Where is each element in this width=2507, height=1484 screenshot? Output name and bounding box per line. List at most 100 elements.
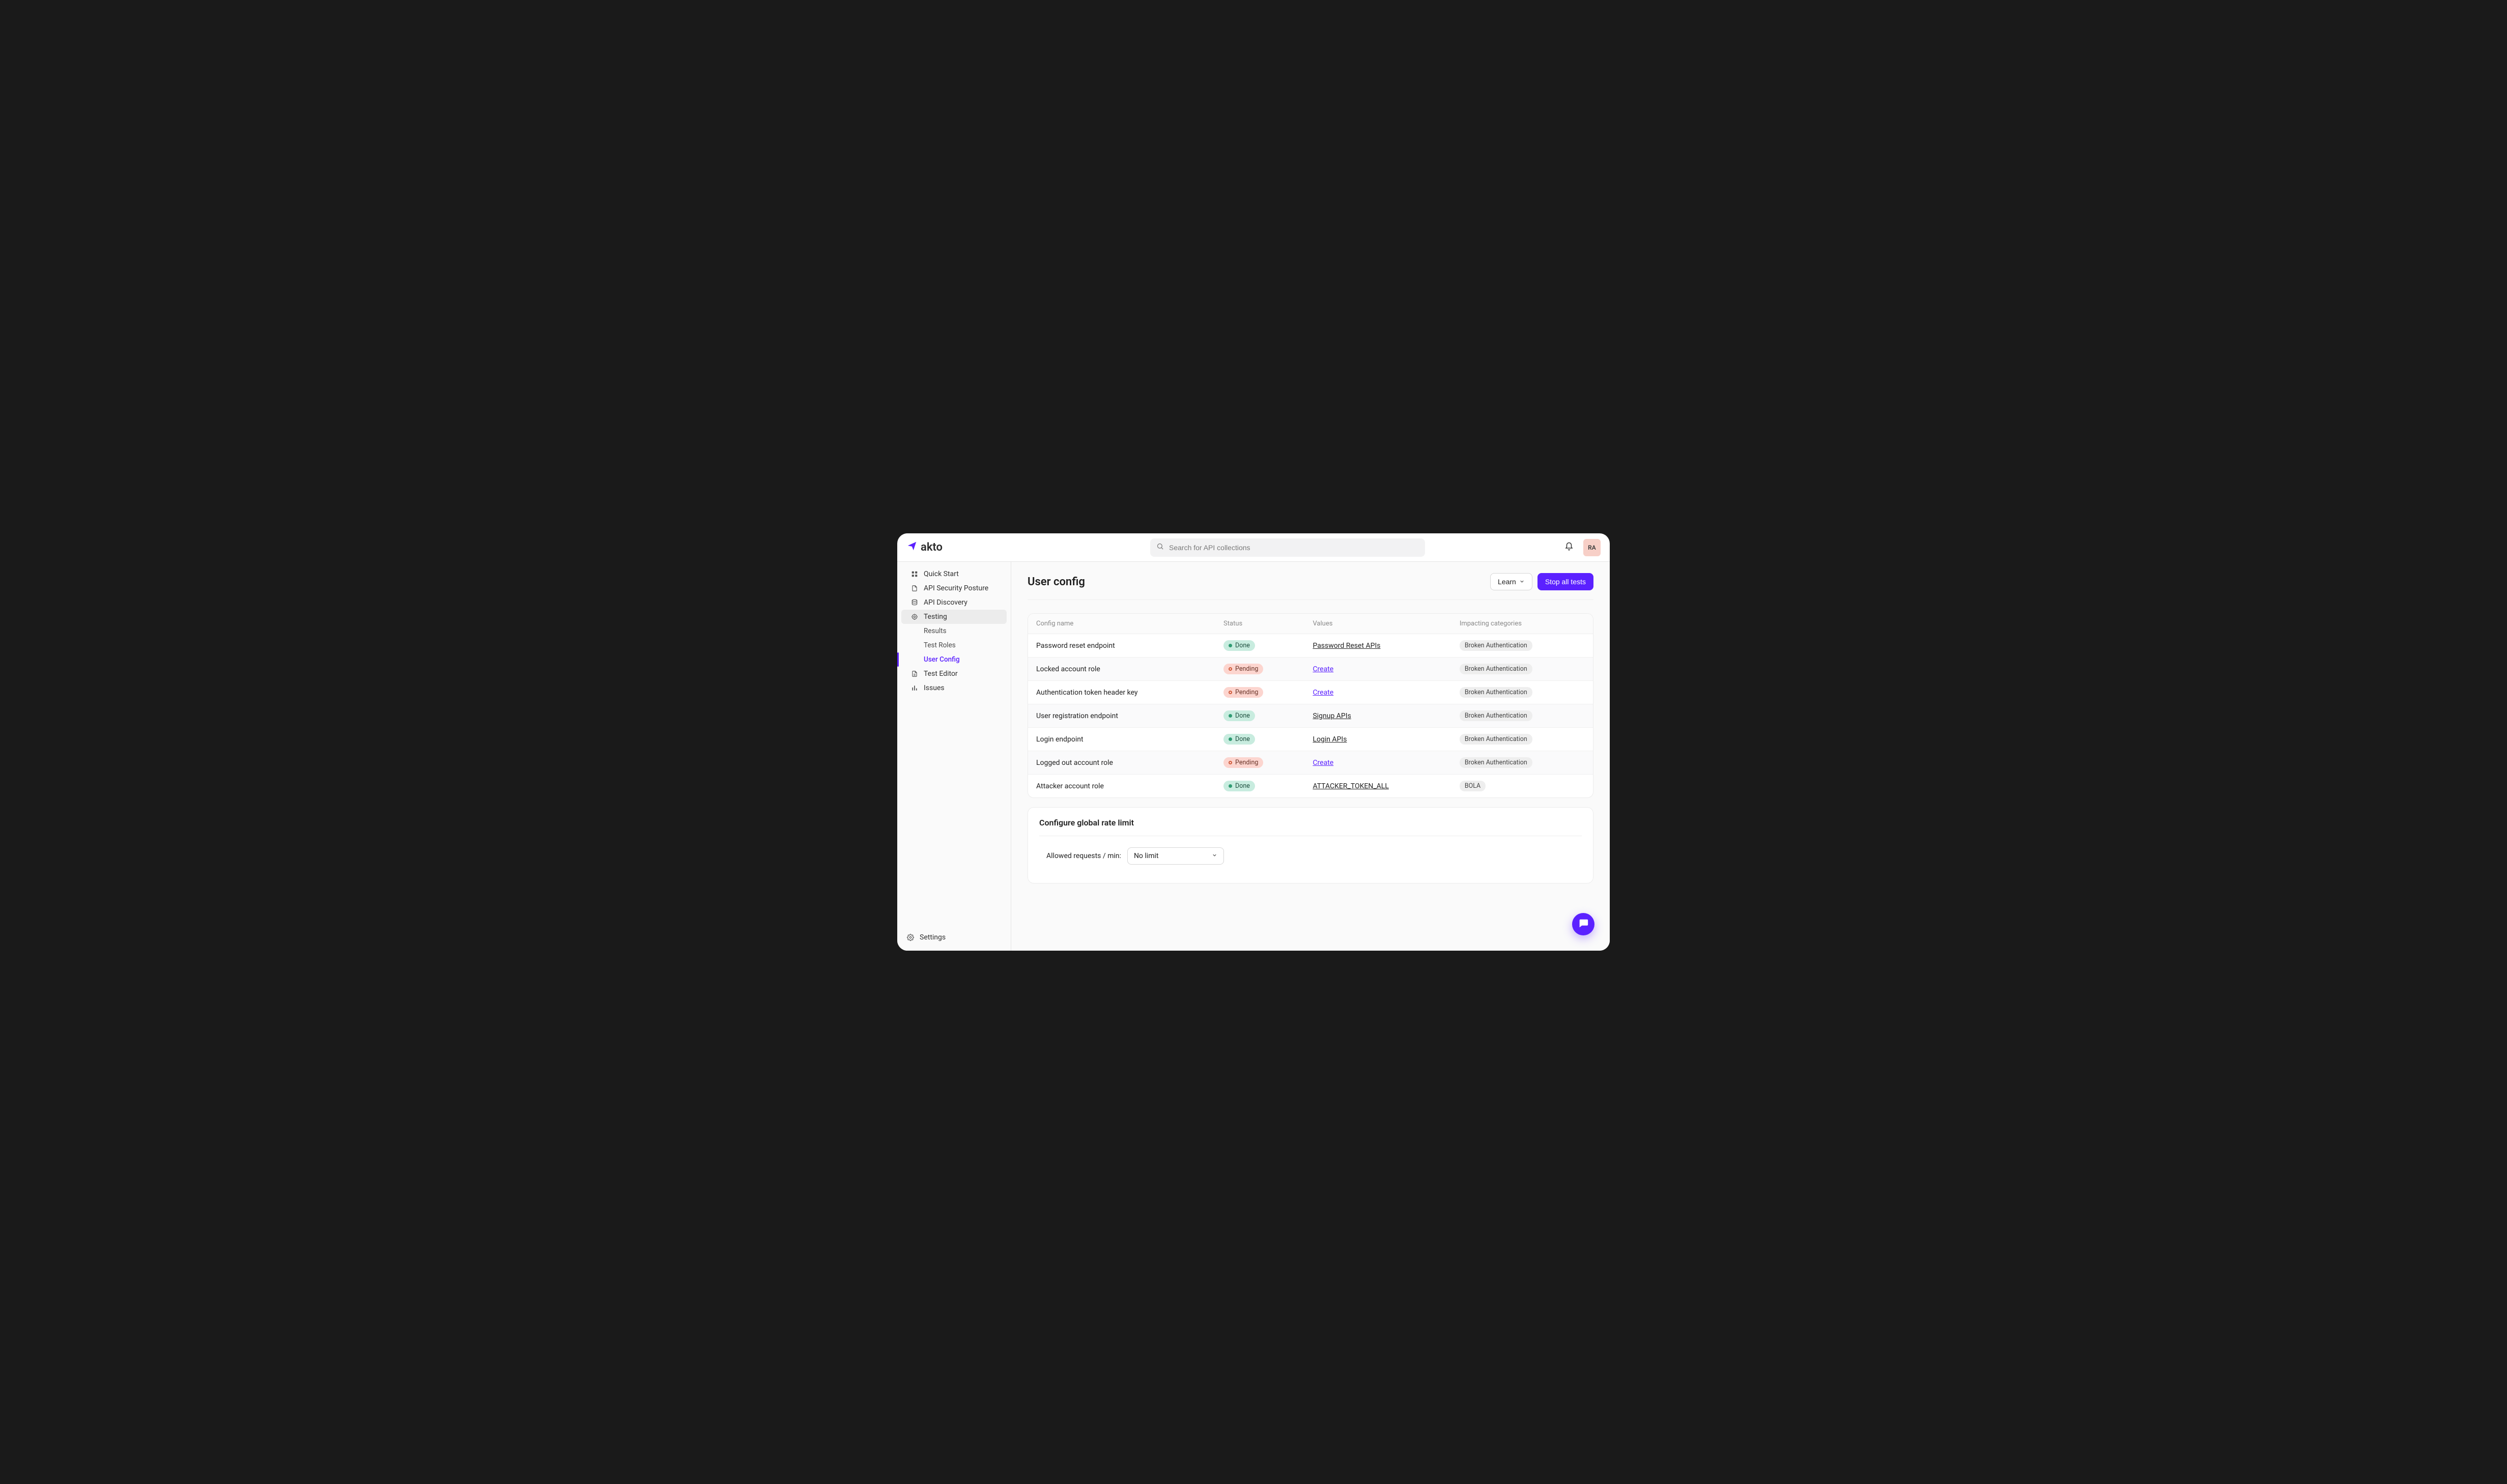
col-config-name: Config name (1028, 614, 1215, 634)
grid-icon (910, 570, 919, 578)
sidebar-sub-user-config[interactable]: User Config (901, 652, 1007, 667)
cell-value: Create (1304, 681, 1451, 704)
col-status: Status (1215, 614, 1304, 634)
status-label: Done (1235, 782, 1250, 790)
avatar[interactable]: RA (1583, 539, 1601, 556)
sidebar-item-api-security-posture[interactable]: API Security Posture (901, 581, 1007, 595)
sidebar-item-issues[interactable]: Issues (901, 681, 1007, 695)
chevron-down-icon (1519, 578, 1525, 586)
sidebar-item-test-editor[interactable]: Test Editor (901, 667, 1007, 681)
sidebar-item-label: API Security Posture (924, 584, 988, 592)
cell-impact: Broken Authentication (1451, 728, 1593, 751)
brand-logo-icon (906, 540, 918, 555)
search-input[interactable] (1169, 544, 1419, 552)
brand-name: akto (921, 541, 943, 554)
sidebar-item-label: Issues (924, 684, 945, 692)
cell-value: ATTACKER_TOKEN_ALL (1304, 775, 1451, 798)
cell-value: Password Reset APIs (1304, 634, 1451, 658)
impact-tag: Broken Authentication (1460, 640, 1532, 651)
impact-tag: Broken Authentication (1460, 757, 1532, 768)
cell-status: Done (1215, 728, 1304, 751)
chevron-down-icon (1212, 852, 1217, 860)
status-label: Pending (1235, 665, 1258, 673)
status-badge: Pending (1223, 664, 1263, 674)
sidebar-item-api-discovery[interactable]: API Discovery (901, 595, 1007, 610)
chart-icon (910, 684, 919, 692)
cell-impact: BOLA (1451, 775, 1593, 798)
value-link[interactable]: Login APIs (1313, 735, 1347, 744)
document-icon (910, 670, 919, 678)
cell-config-name: Attacker account role (1028, 775, 1215, 798)
cell-config-name: User registration endpoint (1028, 704, 1215, 728)
value-link[interactable]: Signup APIs (1313, 712, 1351, 720)
learn-button-label: Learn (1498, 578, 1516, 586)
cell-value: Create (1304, 658, 1451, 681)
sidebar-item-label: Testing (924, 613, 947, 621)
status-badge: Pending (1223, 757, 1263, 768)
sidebar-item-settings[interactable]: Settings (897, 929, 1011, 946)
create-link[interactable]: Create (1313, 759, 1333, 767)
stop-all-tests-button[interactable]: Stop all tests (1537, 573, 1593, 590)
stop-all-tests-label: Stop all tests (1545, 578, 1586, 586)
table-row: Locked account rolePendingCreateBroken A… (1028, 658, 1593, 681)
rate-limit-label: Allowed requests / min: (1046, 852, 1121, 860)
value-link[interactable]: Password Reset APIs (1313, 642, 1380, 650)
value-link[interactable]: ATTACKER_TOKEN_ALL (1313, 782, 1388, 790)
status-dot-icon (1229, 737, 1232, 741)
gear-icon (906, 933, 915, 941)
status-ring-icon (1229, 761, 1232, 764)
search-bar[interactable] (1150, 538, 1425, 557)
cell-status: Done (1215, 775, 1304, 798)
sidebar-item-label: API Discovery (924, 598, 967, 607)
create-link[interactable]: Create (1313, 665, 1333, 673)
cell-status: Done (1215, 634, 1304, 658)
status-ring-icon (1229, 691, 1232, 694)
table-row: Login endpoint Done Login APIs Broken Authe… (1028, 728, 1593, 751)
status-dot-icon (1229, 714, 1232, 718)
cell-config-name: Logged out account role (1028, 751, 1215, 775)
cell-config-name: Login endpoint (1028, 728, 1215, 751)
status-badge: Done (1223, 640, 1255, 651)
table-row: Password reset endpoint Done Password Rese… (1028, 634, 1593, 658)
cell-config-name: Authentication token header key (1028, 681, 1215, 704)
table-row: Authentication token header key Pending Cr… (1028, 681, 1593, 704)
cell-config-name: Locked account role (1028, 658, 1215, 681)
bell-icon (1564, 542, 1574, 553)
sidebar-sub-test-roles[interactable]: Test Roles (901, 638, 1007, 652)
status-label: Done (1235, 642, 1250, 649)
sidebar-item-quick-start[interactable]: Quick Start (901, 567, 1007, 581)
status-dot-icon (1229, 784, 1232, 788)
sidebar-item-label: Quick Start (924, 570, 959, 578)
impact-tag: Broken Authentication (1460, 734, 1532, 745)
rate-limit-title: Configure global rate limit (1039, 818, 1582, 836)
sidebar-sub-results[interactable]: Results (901, 624, 1007, 638)
sidebar-item-label: Test Editor (924, 670, 958, 678)
impact-tag: Broken Authentication (1460, 687, 1532, 698)
config-table: Config name Status Values Impacting cate… (1028, 614, 1593, 797)
status-badge: Done (1223, 710, 1255, 721)
config-table-card: Config name Status Values Impacting cate… (1028, 613, 1593, 798)
impact-tag: BOLA (1460, 781, 1486, 791)
learn-button[interactable]: Learn (1490, 573, 1532, 590)
create-link[interactable]: Create (1313, 689, 1333, 697)
cell-impact: Broken Authentication (1451, 704, 1593, 728)
cell-status: Pending (1215, 681, 1304, 704)
cell-status: Done (1215, 704, 1304, 728)
status-badge: Done (1223, 734, 1255, 745)
notifications-button[interactable] (1562, 540, 1576, 555)
chat-fab[interactable] (1572, 913, 1594, 935)
table-row: Attacker account role Done ATTACKER_TOKEN_… (1028, 775, 1593, 798)
status-dot-icon (1229, 644, 1232, 647)
chat-icon (1578, 918, 1589, 931)
rate-limit-selected: No limit (1134, 852, 1159, 860)
status-label: Done (1235, 712, 1250, 720)
sidebar-item-testing[interactable]: Testing (901, 610, 1007, 624)
file-icon (910, 584, 919, 592)
cell-impact: Broken Authentication (1451, 751, 1593, 775)
sidebar: Quick Start API Security Posture API Dis… (897, 562, 1011, 951)
brand: akto (906, 540, 1013, 555)
rate-limit-select[interactable]: No limit (1127, 847, 1224, 865)
status-badge: Pending (1223, 687, 1263, 698)
database-icon (910, 598, 919, 607)
cell-config-name: Password reset endpoint (1028, 634, 1215, 658)
